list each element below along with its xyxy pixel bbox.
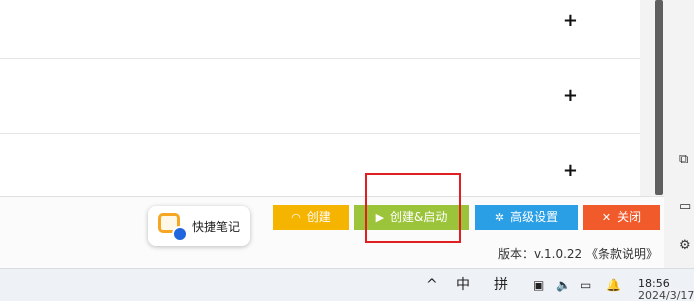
- create-button-label: 创建: [306, 210, 331, 224]
- ime-language[interactable]: 中: [456, 276, 470, 294]
- clock[interactable]: 18:56 2024/3/17: [638, 278, 694, 302]
- item-list: + + +: [0, 0, 640, 196]
- create-and-start-label: 创建&启动: [390, 210, 448, 224]
- create-button[interactable]: ◠ 创建: [273, 205, 349, 230]
- add-button[interactable]: +: [563, 161, 578, 180]
- battery-icon[interactable]: ▭: [580, 276, 591, 294]
- quick-note-label: 快捷笔记: [192, 220, 241, 234]
- create-and-start-button[interactable]: ▶ 创建&启动: [354, 205, 469, 230]
- tray-chevron-icon[interactable]: ^: [426, 276, 438, 294]
- advanced-settings-label: 高级设置: [510, 210, 559, 224]
- list-item: +: [0, 58, 640, 134]
- headset-icon: ◠: [291, 211, 301, 224]
- panel-icon[interactable]: ▭: [679, 200, 693, 214]
- add-button[interactable]: +: [563, 11, 578, 30]
- sync-badge-icon: [172, 226, 188, 242]
- network-icon[interactable]: ▣: [533, 276, 544, 294]
- quick-note-button[interactable]: 快捷笔记: [148, 206, 250, 246]
- close-button[interactable]: ✕ 关闭: [583, 205, 660, 230]
- gears-icon: ✲: [494, 211, 505, 224]
- play-icon: ▶: [375, 211, 385, 224]
- system-taskbar: ^ 中 拼 ▣ 🔈 ▭ 🔔 18:56 2024/3/17: [0, 268, 694, 302]
- close-button-label: 关闭: [617, 210, 642, 224]
- scrollbar[interactable]: [655, 0, 663, 195]
- add-button[interactable]: +: [563, 86, 578, 105]
- clock-date: 2024/3/17: [638, 289, 694, 302]
- volume-icon[interactable]: 🔈: [556, 276, 571, 294]
- settings-icon[interactable]: ⚙: [679, 239, 693, 253]
- advanced-settings-button[interactable]: ✲ 高级设置: [475, 205, 578, 230]
- ime-mode[interactable]: 拼: [494, 276, 508, 294]
- list-item: +: [0, 0, 640, 59]
- close-icon: ✕: [601, 211, 612, 224]
- notification-icon[interactable]: 🔔: [606, 276, 621, 294]
- screenshot-icon[interactable]: ⧉: [679, 153, 693, 167]
- version-info[interactable]: 版本：v.1.0.22 《条款说明》: [498, 245, 658, 262]
